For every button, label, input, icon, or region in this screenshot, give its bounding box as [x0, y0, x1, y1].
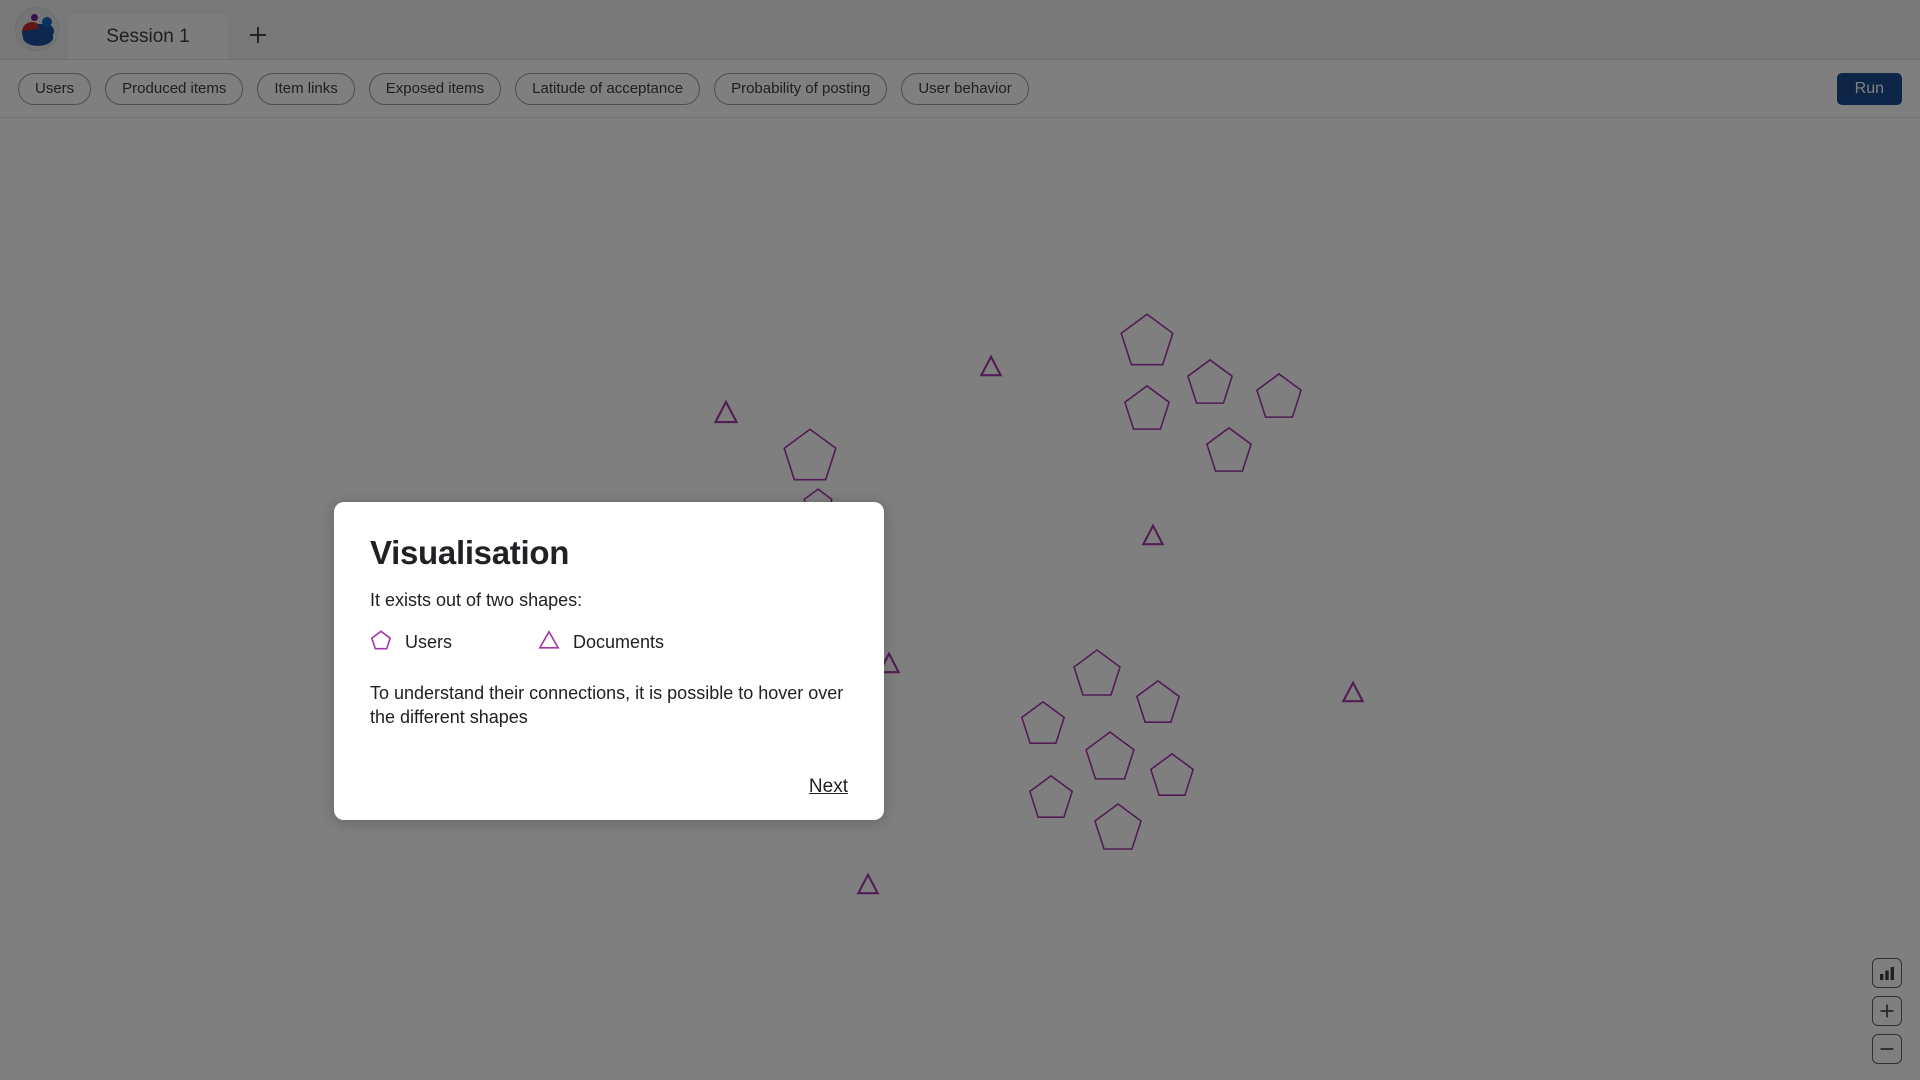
dialog-subtitle: It exists out of two shapes:	[370, 590, 583, 610]
visualisation-dialog: Visualisation It exists out of two shape…	[334, 502, 884, 820]
shape-legend: Users Documents	[370, 629, 848, 656]
dialog-title: Visualisation	[370, 534, 570, 571]
dialog-footer: Next	[370, 776, 848, 798]
legend-item-users: Users	[370, 629, 452, 656]
legend-label-documents: Documents	[573, 632, 665, 652]
pentagon-icon	[370, 629, 392, 656]
next-button[interactable]: Next	[809, 776, 848, 798]
legend-item-documents: Documents	[538, 629, 664, 656]
legend-label-users: Users	[405, 632, 453, 652]
app-root: Session 1 UsersProduced itemsItem linksE…	[0, 0, 1920, 1080]
dialog-body-text: To understand their connections, it is p…	[370, 683, 844, 727]
modal-overlay[interactable]	[0, 0, 1920, 1080]
triangle-icon	[538, 629, 560, 656]
